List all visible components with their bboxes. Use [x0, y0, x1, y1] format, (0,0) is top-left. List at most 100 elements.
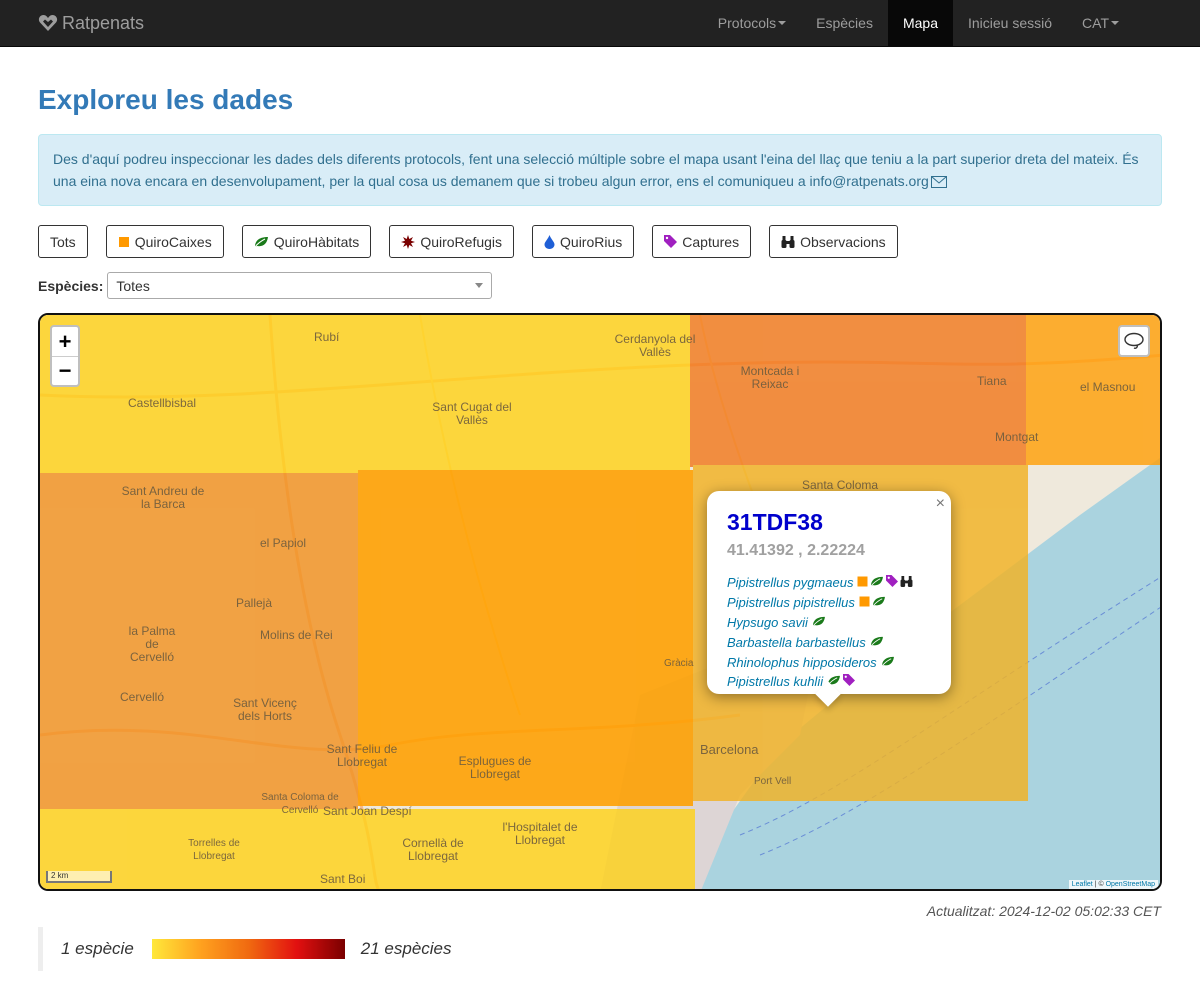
popup-close-button[interactable]: ×	[936, 495, 945, 513]
envelope-icon	[930, 176, 947, 188]
heart-logo-icon	[38, 15, 58, 31]
filter-observacions-button[interactable]: Observacions	[769, 225, 898, 258]
brand-name: Ratpenats	[62, 12, 145, 33]
nav-language-label: CAT	[1082, 15, 1109, 31]
map-attribution: Leaflet | © OpenStreetMap	[1068, 880, 1158, 889]
species-select[interactable]: Totes	[107, 272, 493, 299]
orange-square-icon	[859, 595, 870, 610]
filter-tots-label: Tots	[50, 233, 76, 250]
osm-link[interactable]: OpenStreetMap	[1106, 881, 1155, 888]
nav-mapa[interactable]: Mapa	[887, 0, 953, 47]
green-leaf-icon	[870, 575, 884, 590]
filter-captures-label: Captures	[682, 233, 740, 250]
lasso-tool-button[interactable]	[1118, 325, 1150, 357]
binoculars-icon	[781, 235, 795, 248]
filter-quirocaixes-label: QuiroCaixes	[134, 233, 212, 250]
map-legend: 1 espècie 21 espècies	[38, 927, 538, 971]
orange-square-icon	[857, 575, 868, 590]
place-label: Molins de Rei	[260, 628, 333, 642]
filter-quirorefugis-button[interactable]: QuiroRefugis	[389, 225, 515, 258]
leaflet-link[interactable]: Leaflet	[1072, 881, 1093, 888]
alert-email-link[interactable]: info@ratpenats.org	[810, 173, 929, 189]
green-leaf-icon	[812, 615, 826, 630]
popup-species-item[interactable]: Pipistrellus pipistrellus	[727, 593, 931, 613]
place-label: Torrelles de Llobregat	[188, 838, 240, 862]
filter-quirorefugis-label: QuiroRefugis	[420, 233, 503, 250]
info-alert: Des d'aquí podreu inspeccionar les dades…	[38, 134, 1162, 206]
filter-captures-button[interactable]: Captures	[652, 225, 752, 258]
place-label: Santa Coloma de Cervelló	[261, 792, 339, 816]
species-protocol-icons	[857, 575, 913, 590]
legend-max-label: 21 espècies	[360, 939, 452, 958]
nav-mapa-label: Mapa	[902, 15, 938, 31]
lasso-icon	[1124, 332, 1144, 349]
nav-protocols[interactable]: Protocols	[703, 0, 801, 47]
species-name-link[interactable]: Pipistrellus pygmaeus	[727, 575, 853, 590]
filter-quirorius-label: QuiroRius	[560, 233, 623, 250]
nav-especies-label: Espècies	[816, 15, 873, 31]
place-label: Barcelona	[700, 742, 759, 757]
filter-tots-button[interactable]: Tots	[38, 225, 88, 258]
species-filter-row: Espècies: Totes	[38, 272, 1162, 299]
zoom-out-button[interactable]: −	[52, 356, 78, 385]
species-protocol-icons	[881, 655, 895, 670]
species-name-link[interactable]: Barbastella barbastellus	[727, 635, 866, 650]
filter-quirohabitats-button[interactable]: QuiroHàbitats	[241, 225, 372, 258]
species-select-value: Totes	[116, 277, 150, 294]
nav-language[interactable]: CAT	[1067, 0, 1134, 47]
main-nav: Protocols Espècies Mapa Inicieu sessió C…	[703, 0, 1134, 47]
nav-especies[interactable]: Espècies	[801, 0, 888, 47]
place-label: Sant Boi	[320, 872, 366, 886]
popup-species-item[interactable]: Hypsugo savii	[727, 613, 931, 633]
place-label: Cornellà de Llobregat	[402, 836, 464, 863]
place-label: el Masnou	[1080, 380, 1136, 394]
green-leaf-icon	[254, 236, 269, 248]
legend-gradient	[151, 939, 345, 959]
purple-tag-icon	[664, 235, 678, 248]
green-leaf-icon	[872, 595, 886, 610]
place-label: Pallejà	[236, 596, 273, 610]
green-leaf-icon	[881, 655, 895, 670]
caret-down-icon	[1111, 21, 1119, 25]
popup-species-item[interactable]: Rhinolophus hipposideros	[727, 652, 931, 672]
main-container: Exploreu les dades Des d'aquí podreu ins…	[0, 84, 1200, 971]
cell-popup: × 31TDF38 41.41392 , 2.22224 Pipistrellu…	[707, 491, 951, 707]
filter-quirorius-button[interactable]: QuiroRius	[532, 225, 635, 258]
zoom-in-button[interactable]: +	[52, 327, 78, 356]
green-leaf-icon	[870, 635, 884, 650]
place-label: la Palma de Cervelló	[128, 624, 176, 664]
alert-text: Des d'aquí podreu inspeccionar les dades…	[53, 151, 1139, 189]
popup-species-item[interactable]: Barbastella barbastellus	[727, 632, 931, 652]
select-arrow-icon	[475, 283, 484, 288]
filter-quirohabitats-label: QuiroHàbitats	[273, 233, 360, 250]
place-label: Cerdanyola del Vallès	[614, 332, 696, 359]
nav-login[interactable]: Inicieu sessió	[953, 0, 1067, 47]
legend-min-label: 1 espècie	[61, 939, 134, 958]
protocol-filters: Tots QuiroCaixes QuiroHàbitats QuiroRefu…	[38, 225, 1162, 258]
map-base-layer[interactable]	[40, 315, 1162, 891]
map-viewport[interactable]: Rubí Cerdanyola del Vallès Montcada i Re…	[38, 313, 1162, 891]
species-name-link[interactable]: Pipistrellus pipistrellus	[727, 595, 855, 610]
dark-red-burst-icon	[401, 234, 416, 249]
place-label: Sant Feliu de Llobregat	[326, 742, 398, 769]
place-label: el Papiol	[260, 536, 307, 550]
binoculars-icon	[900, 575, 913, 590]
place-label: Tiana	[977, 374, 1007, 388]
filter-quirocaixes-button[interactable]: QuiroCaixes	[105, 225, 224, 258]
species-name-link[interactable]: Pipistrellus kuhlii	[727, 674, 823, 689]
place-label: l'Hospitalet de Llobregat	[502, 820, 578, 847]
species-name-link[interactable]: Hypsugo savii	[727, 615, 808, 630]
species-name-link[interactable]: Rhinolophus hipposideros	[727, 655, 877, 670]
updated-timestamp: Actualitzat: 2024-12-02 05:02:33 CET	[926, 903, 1161, 919]
nav-protocols-label: Protocols	[717, 15, 777, 31]
zoom-control: + −	[50, 325, 80, 387]
place-label: Gràcia	[664, 658, 694, 669]
popup-species-list: Pipistrellus pygmaeus Pipistrellus pipist…	[727, 573, 931, 692]
place-label: Rubí	[314, 330, 340, 344]
popup-species-item[interactable]: Pipistrellus pygmaeus	[727, 573, 931, 593]
brand-link[interactable]: Ratpenats	[38, 13, 144, 34]
place-label: Castellbisbal	[128, 396, 197, 410]
page-title: Exploreu les dades	[38, 84, 294, 115]
place-label: Sant Vicenç dels Horts	[233, 696, 297, 723]
purple-tag-icon	[886, 575, 899, 590]
